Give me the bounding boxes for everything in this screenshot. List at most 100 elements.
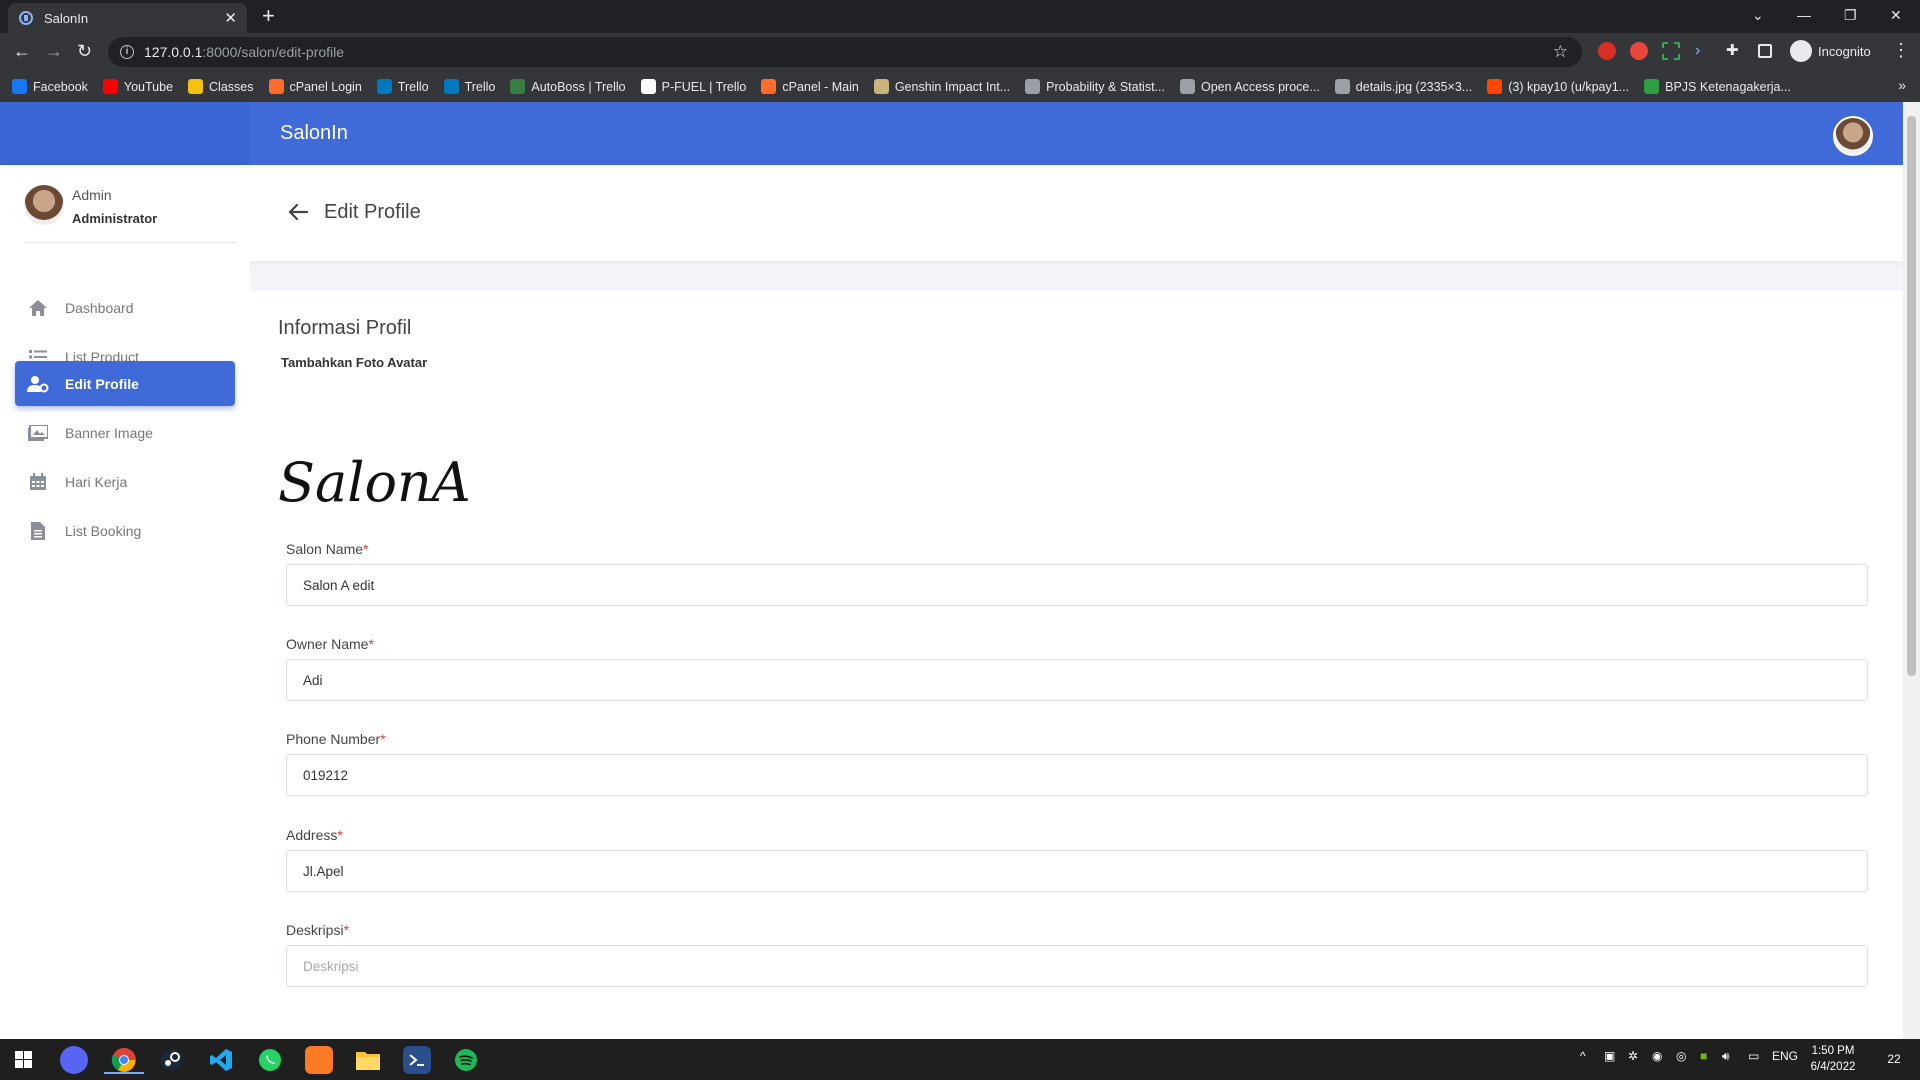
bookmark-favicon-icon [376,79,392,94]
tab-search-icon[interactable]: ⌄ [1752,0,1764,30]
chrome-taskbar-icon[interactable] [104,1046,144,1074]
sidebar-item-label: List Booking [65,522,142,539]
tray-overflow-icon[interactable]: ^ [1580,1049,1586,1063]
owner-name-input[interactable] [286,659,1868,701]
sidebar-item-label: Edit Profile [65,375,139,392]
vscode-taskbar-icon[interactable] [207,1046,235,1074]
bookmark-favicon-icon [761,79,777,94]
bookmarks-overflow-icon[interactable]: » [1898,77,1906,93]
salon-name-input[interactable] [286,564,1868,606]
side-panel-icon[interactable] [1758,44,1772,58]
bookmark-label: Trello [397,79,429,94]
salon-logo-image[interactable]: SalonA [278,441,488,511]
bookmark-item[interactable]: BPJS Ketenagakerja... [1644,79,1791,94]
browser-tab[interactable]: SalonIn ✕ [8,3,247,33]
whatsapp-taskbar-icon[interactable] [256,1046,284,1074]
bookmark-label: cPanel - Main [782,79,859,94]
bookmark-favicon-icon [1179,79,1195,94]
powershell-taskbar-icon[interactable] [403,1046,431,1074]
language-indicator[interactable]: ENG [1772,1049,1798,1063]
notification-center-button[interactable]: 22 [1880,1045,1908,1073]
bookmark-item[interactable]: cPanel - Main [761,79,859,94]
clock-time: 1:50 PM [1811,1045,1855,1057]
bookmark-item[interactable]: Trello [376,79,429,94]
discord-taskbar-icon[interactable] [60,1046,88,1074]
address-input[interactable] [286,850,1868,892]
bookmark-item[interactable]: cPanel Login [268,79,362,94]
tray-discord-icon[interactable]: ◉ [1652,1049,1662,1063]
tab-close-icon[interactable]: ✕ [224,9,237,27]
sidebar-item-banner-image[interactable]: Banner Image [15,410,235,455]
bookmark-label: cPanel Login [289,79,362,94]
sidebar-item-label: Banner Image [65,424,153,441]
bookmark-item[interactable]: Open Access proce... [1179,79,1320,94]
calendar-icon [27,472,49,491]
new-tab-button[interactable]: + [262,5,275,27]
bookmark-label: details.jpg (2335×3... [1355,79,1473,94]
reload-button[interactable]: ↻ [77,42,92,60]
page-scrollbar[interactable] [1903,102,1920,1039]
file-explorer-taskbar-icon[interactable] [354,1046,382,1074]
bookmark-item[interactable]: YouTube [102,79,173,94]
extension-ublock-icon[interactable] [1630,42,1648,60]
spotify-taskbar-icon[interactable] [452,1046,480,1074]
incognito-profile-button[interactable]: Incognito [1790,40,1871,62]
extensions-puzzle-icon[interactable]: ✚ [1726,42,1744,60]
bookmark-favicon-icon [268,79,284,94]
minimize-button[interactable]: — [1797,0,1811,30]
bookmark-item[interactable]: Trello [443,79,495,94]
restore-button[interactable]: ❐ [1844,0,1857,30]
owner-name-field: Owner Name* [286,636,1868,701]
bookmark-item[interactable]: AutoBoss | Trello [510,79,626,94]
sidebar-item-list-booking[interactable]: List Booking [15,508,235,553]
volume-icon[interactable]: 🔊︎ [1722,1049,1730,1064]
bookmark-item[interactable]: Genshin Impact Int... [873,79,1010,94]
bookmark-favicon-icon [640,79,656,94]
forward-button[interactable]: → [45,42,63,60]
main-content: Edit Profile Informasi Profil Tambahkan … [250,165,1903,1039]
bookmark-label: Open Access proce... [1200,79,1320,94]
extension-arrow-icon[interactable]: › [1695,42,1713,60]
description-input[interactable] [286,945,1868,987]
back-arrow-icon[interactable] [288,203,308,221]
bookmark-item[interactable]: details.jpg (2335×3... [1334,79,1473,94]
sidebar-item-edit-profile[interactable]: Edit Profile [15,361,235,406]
app-header: SalonIn [0,102,1903,165]
back-button[interactable]: ← [13,42,31,60]
notification-count: 22 [1887,1052,1901,1066]
address-bar[interactable]: i 127.0.0.1:8000/salon/edit-profile ☆ [108,37,1582,67]
tray-app-icon[interactable]: ▣ [1604,1049,1615,1063]
network-icon[interactable]: ▭ [1748,1049,1759,1063]
close-window-button[interactable]: ✕ [1890,0,1902,30]
brand-name[interactable]: SalonIn [280,122,348,145]
tray-nvidia-icon[interactable]: ■ [1700,1049,1707,1063]
header-avatar[interactable] [1833,116,1873,156]
extension-adblock-icon[interactable] [1598,42,1616,60]
bookmark-item[interactable]: Facebook [12,79,88,94]
steam-taskbar-icon[interactable] [158,1046,186,1074]
bookmark-item[interactable]: Classes [188,79,254,94]
taskbar-clock[interactable]: 1:50 PM 6/4/2022 [1798,1043,1868,1075]
tray-settings-icon[interactable]: ✲ [1628,1049,1638,1063]
bookmark-favicon-icon [1025,79,1041,94]
bookmark-item[interactable]: Probability & Statist... [1025,79,1165,94]
bookmark-star-icon[interactable]: ☆ [1553,42,1568,62]
required-mark: * [343,922,350,938]
avatar-upload-label[interactable]: Tambahkan Foto Avatar [281,355,427,370]
images-icon [27,424,49,442]
browser-menu-icon[interactable]: ⋮ [1892,41,1910,59]
scrollbar-thumb[interactable] [1907,116,1916,676]
windows-start-icon[interactable] [15,1051,32,1068]
bookmark-item[interactable]: (3) kpay10 (u/kpay1... [1487,79,1629,94]
avatar [24,185,64,225]
sidebar-item-hari-kerja[interactable]: Hari Kerja [15,459,235,504]
xampp-taskbar-icon[interactable] [305,1046,333,1074]
address-field: Address* [286,827,1868,892]
site-info-icon[interactable]: i [120,45,134,59]
tray-steam-icon[interactable]: ◎ [1676,1049,1686,1063]
phone-number-input[interactable] [286,754,1868,796]
extension-screenshot-icon[interactable] [1662,42,1680,60]
bookmark-item[interactable]: P-FUEL | Trello [640,79,746,94]
sidebar-item-dashboard[interactable]: Dashboard [15,285,235,330]
url-path: :8000/salon/edit-profile [202,44,345,60]
